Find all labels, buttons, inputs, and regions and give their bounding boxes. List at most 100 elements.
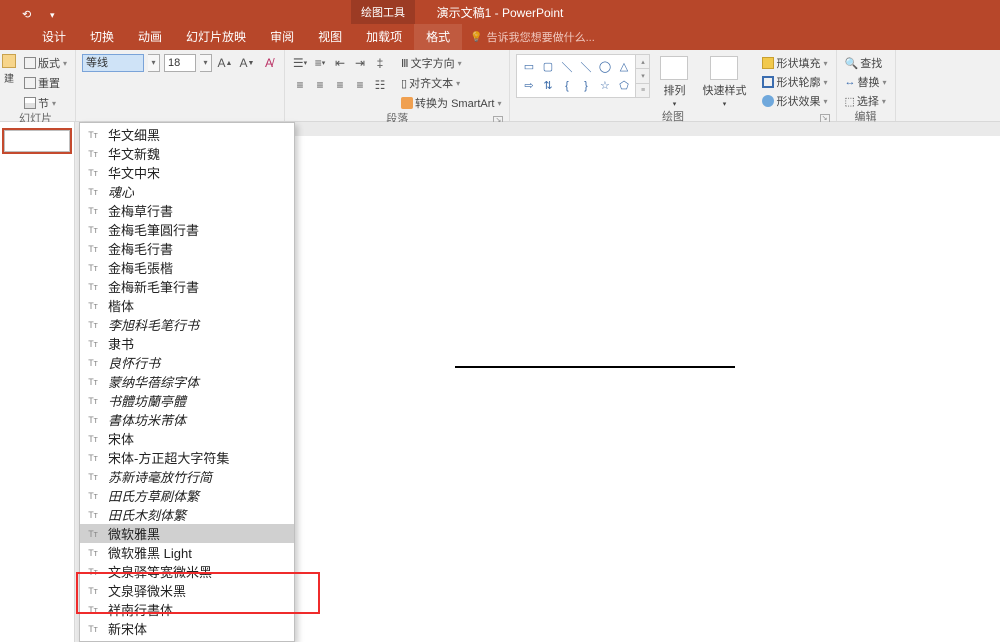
font-option[interactable]: 文泉驿微米黑 [80, 581, 294, 600]
shape-fill-button[interactable]: 形状填充 [760, 54, 829, 72]
font-option[interactable]: 华文新魏 [80, 144, 294, 163]
increase-indent-button[interactable]: ⇥ [351, 54, 369, 72]
find-button[interactable]: 查找 [843, 54, 889, 72]
align-center-button[interactable]: ≡ [311, 76, 329, 94]
slide-canvas[interactable] [295, 136, 1000, 642]
truetype-icon [86, 529, 100, 539]
shapes-gallery-scroll[interactable]: ▴▾≡ [636, 54, 650, 98]
align-right-button[interactable]: ≡ [331, 76, 349, 94]
select-button[interactable]: 选择 [843, 92, 889, 110]
tell-me-search[interactable]: 告诉我您想要做什么... [470, 29, 595, 45]
shape-line-icon[interactable]: ＼ [557, 57, 576, 76]
line-spacing-button[interactable]: ‡ [371, 54, 389, 72]
grow-font-button[interactable]: A▲ [216, 54, 234, 72]
font-option[interactable]: 田氏方草刷体繁 [80, 486, 294, 505]
truetype-icon [86, 624, 100, 634]
tab-slideshow[interactable]: 幻灯片放映 [174, 24, 258, 50]
section-button[interactable]: 节 [22, 94, 69, 112]
shape-line2-icon[interactable]: ＼ [576, 57, 595, 76]
slide-thumbnail-1[interactable] [4, 130, 70, 152]
tab-format[interactable]: 格式 [414, 24, 462, 50]
replace-button[interactable]: 替换 [843, 73, 889, 91]
font-size-dropdown-icon[interactable]: ▾ [200, 54, 212, 72]
font-option[interactable]: 宋体-方正超大字符集 [80, 448, 294, 467]
shape-rbrace-icon[interactable]: } [576, 76, 595, 95]
group-font: 等线▾ 18▾ A▲ A▼ A̸ B [76, 50, 285, 121]
font-option[interactable]: 微软雅黑 [80, 524, 294, 543]
font-option[interactable]: 金梅毛筆圓行書 [80, 220, 294, 239]
shape-arrow-icon[interactable]: ⇨ [519, 76, 538, 95]
font-option[interactable]: 楷体 [80, 296, 294, 315]
undo-icon[interactable] [22, 7, 32, 17]
qat-dropdown-icon[interactable] [50, 7, 60, 17]
decrease-indent-button[interactable]: ⇤ [331, 54, 349, 72]
font-option[interactable]: 新宋体 [80, 619, 294, 638]
shape-outline-button[interactable]: 形状轮廓 [760, 73, 829, 91]
align-text-button[interactable]: ▯对齐文本 [399, 74, 503, 92]
font-dropdown-list[interactable]: 华文细黑华文新魏华文中宋魂心金梅草行書金梅毛筆圓行書金梅毛行書金梅毛張楷金梅新毛… [79, 122, 295, 642]
new-slide-icon[interactable] [2, 54, 16, 68]
font-option[interactable]: 书體坊蘭亭體 [80, 391, 294, 410]
font-option[interactable]: 蒙纳华蓓综字体 [80, 372, 294, 391]
font-option[interactable]: 李旭科毛笔行书 [80, 315, 294, 334]
font-size-input[interactable]: 18 [164, 54, 196, 72]
font-option[interactable]: 良怀行书 [80, 353, 294, 372]
font-name-input[interactable]: 等线 [82, 54, 144, 72]
reset-button[interactable]: 重置 [22, 74, 69, 92]
font-option[interactable]: 苏新诗毫放竹行简 [80, 467, 294, 486]
tab-transition[interactable]: 切换 [78, 24, 126, 50]
shape-effects-button[interactable]: 形状效果 [760, 92, 829, 110]
font-option[interactable]: 金梅毛張楷 [80, 258, 294, 277]
bullets-button[interactable]: ☰▾ [291, 54, 309, 72]
shape-roundrect-icon[interactable]: ▢ [538, 57, 557, 76]
line-shape[interactable] [455, 366, 735, 368]
font-option[interactable]: 华文中宋 [80, 163, 294, 182]
shape-callout-icon[interactable]: ⬠ [614, 76, 633, 95]
convert-smartart-button[interactable]: 转换为 SmartArt [399, 94, 503, 112]
window-title: 演示文稿1 - PowerPoint [0, 4, 1000, 21]
font-option[interactable]: 金梅草行書 [80, 201, 294, 220]
truetype-icon [86, 548, 100, 558]
font-option[interactable]: 隶书 [80, 334, 294, 353]
truetype-icon [86, 130, 100, 140]
shrink-font-button[interactable]: A▼ [238, 54, 256, 72]
font-option[interactable]: 叶根友毛笔行书 [80, 638, 294, 642]
arrange-button[interactable]: 排列▾ [656, 54, 692, 110]
text-direction-button[interactable]: Ⅲ文字方向 [399, 54, 503, 72]
slide-thumbnail-panel[interactable] [0, 122, 75, 642]
font-option[interactable]: 文泉驿等宽微米黑 [80, 562, 294, 581]
font-option-name: 金梅毛行書 [108, 239, 173, 258]
shape-lbrace-icon[interactable]: { [557, 76, 576, 95]
tab-review[interactable]: 审阅 [258, 24, 306, 50]
columns-button[interactable]: ☷ [371, 76, 389, 94]
tab-addins[interactable]: 加载项 [354, 24, 414, 50]
shape-updown-icon[interactable]: ⇅ [538, 76, 557, 95]
justify-button[interactable]: ≡ [351, 76, 369, 94]
group-paragraph: ☰▾ ≡▾ ⇤ ⇥ ‡ ≡ ≡ ≡ ≡ ☷ Ⅲ文字方向 ▯对齐文本 转换为 Sm… [285, 50, 510, 121]
font-option[interactable]: 書体坊米芾体 [80, 410, 294, 429]
shape-triangle-icon[interactable]: △ [614, 57, 633, 76]
font-option[interactable]: 祥南行書体 [80, 600, 294, 619]
align-left-button[interactable]: ≡ [291, 76, 309, 94]
layout-button[interactable]: 版式 [22, 54, 69, 72]
font-option[interactable]: 宋体 [80, 429, 294, 448]
tab-view[interactable]: 视图 [306, 24, 354, 50]
quick-styles-button[interactable]: 快速样式▾ [698, 54, 750, 110]
font-name-dropdown-icon[interactable]: ▾ [148, 54, 160, 72]
font-option[interactable]: 华文细黑 [80, 125, 294, 144]
shape-star-icon[interactable]: ☆ [595, 76, 614, 95]
shape-rect-icon[interactable]: ▭ [519, 57, 538, 76]
font-option[interactable]: 田氏木刻体繁 [80, 505, 294, 524]
shapes-gallery[interactable]: ▭ ▢ ＼ ＼ ◯ △ ⇨ ⇅ { } ☆ ⬠ [516, 54, 636, 98]
shape-oval-icon[interactable]: ◯ [595, 57, 614, 76]
font-option[interactable]: 金梅毛行書 [80, 239, 294, 258]
font-option-name: 楷体 [108, 296, 134, 315]
tab-animation[interactable]: 动画 [126, 24, 174, 50]
font-option[interactable]: 金梅新毛筆行書 [80, 277, 294, 296]
truetype-icon [86, 434, 100, 444]
font-option[interactable]: 微软雅黑 Light [80, 543, 294, 562]
numbering-button[interactable]: ≡▾ [311, 54, 329, 72]
tab-design[interactable]: 设计 [30, 24, 78, 50]
font-option[interactable]: 魂心 [80, 182, 294, 201]
clear-format-button[interactable]: A̸ [260, 54, 278, 72]
